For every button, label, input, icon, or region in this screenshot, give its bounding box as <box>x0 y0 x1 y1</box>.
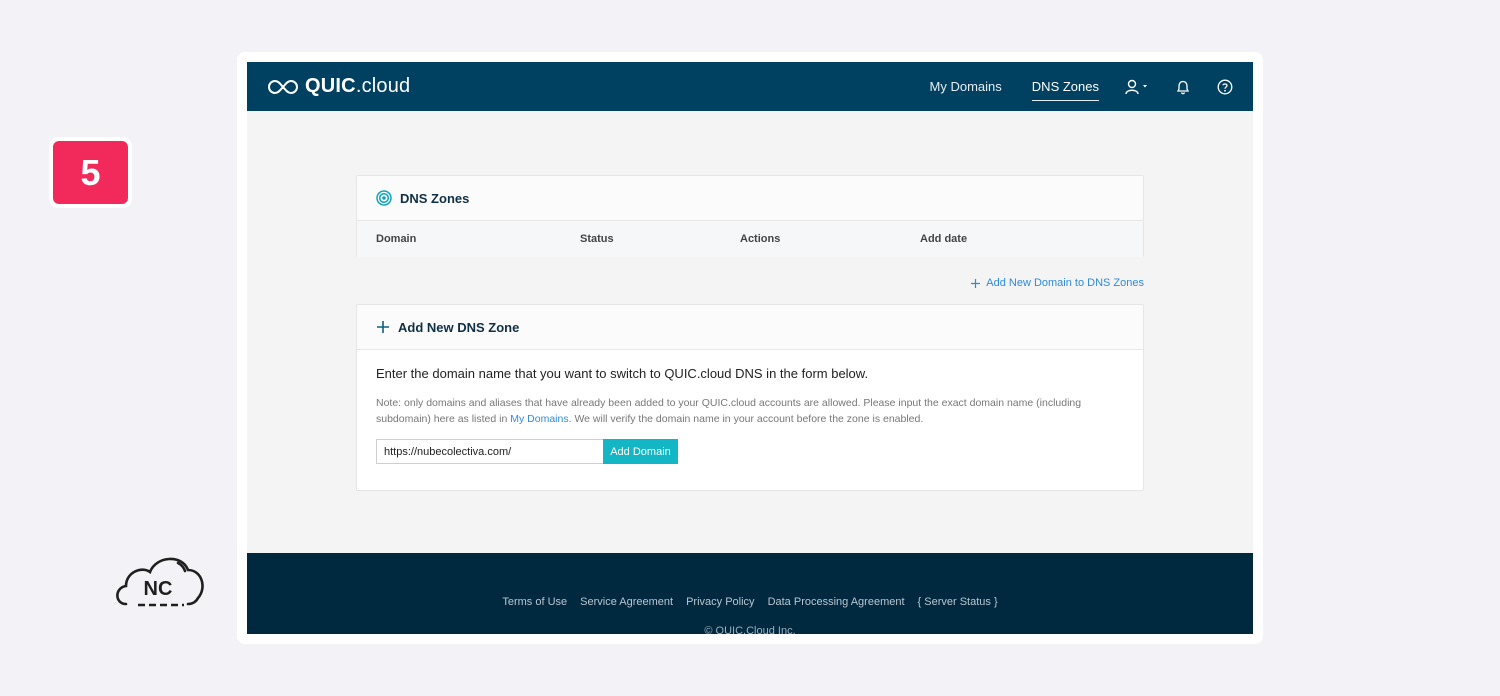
copyright: © QUIC.Cloud Inc. <box>704 625 796 634</box>
nc-cloud-logo: NC <box>112 548 206 612</box>
add-dns-zone-title: Add New DNS Zone <box>398 319 520 335</box>
footer-link-server-status[interactable]: { Server Status } <box>918 596 998 608</box>
nav-dns-zones[interactable]: DNS Zones <box>1031 75 1100 101</box>
top-navigation: QUIC.cloud My Domains DNS Zones <box>247 62 1253 111</box>
zones-table-header: Domain Status Actions Add date <box>357 221 1143 257</box>
plus-icon <box>377 321 389 333</box>
help-button[interactable] <box>1217 79 1233 95</box>
dns-zones-card-header: DNS Zones <box>357 176 1143 221</box>
nav-links: My Domains DNS Zones <box>900 62 1233 111</box>
add-dns-zone-card: Add New DNS Zone Enter the domain name t… <box>356 304 1144 491</box>
nc-logo-text: NC <box>144 578 173 600</box>
dns-zones-title: DNS Zones <box>400 190 470 206</box>
footer-link-data-processing[interactable]: Data Processing Agreement <box>768 596 905 608</box>
user-icon <box>1125 79 1147 94</box>
browser-frame: QUIC.cloud My Domains DNS Zones DNS Zone… <box>237 52 1263 644</box>
domain-input[interactable] <box>376 439 603 464</box>
footer-link-terms[interactable]: Terms of Use <box>502 596 567 608</box>
footer-link-service-agreement[interactable]: Service Agreement <box>580 596 673 608</box>
column-add-date: Add date <box>920 233 968 245</box>
dns-zones-card: DNS Zones Domain Status Actions Add date <box>356 175 1144 257</box>
add-new-domain-label: Add New Domain to DNS Zones <box>986 277 1144 289</box>
add-domain-button[interactable]: Add Domain <box>603 439 678 464</box>
quic-cloud-logo[interactable]: QUIC.cloud <box>267 75 410 98</box>
user-menu-button[interactable] <box>1125 79 1149 95</box>
bell-icon <box>1176 80 1190 94</box>
add-new-domain-link[interactable]: Add New Domain to DNS Zones <box>971 277 1144 289</box>
infinity-logo-icon <box>268 79 298 94</box>
nav-my-domains[interactable]: My Domains <box>930 75 1002 98</box>
step-badge: 5 <box>49 137 132 208</box>
add-dns-zone-header: Add New DNS Zone <box>357 305 1143 350</box>
my-domains-link[interactable]: My Domains <box>510 413 568 425</box>
note-text: Note: only domains and aliases that have… <box>376 397 1082 425</box>
footer-links: Terms of Use Service Agreement Privacy P… <box>247 596 1253 608</box>
footer-link-privacy[interactable]: Privacy Policy <box>686 596 754 608</box>
help-icon <box>1217 79 1233 94</box>
step-number: 5 <box>53 141 128 204</box>
notifications-button[interactable] <box>1175 79 1191 95</box>
column-status: Status <box>580 233 614 245</box>
brand-name: QUIC.cloud <box>305 75 411 97</box>
plus-icon <box>971 278 981 288</box>
target-icon <box>376 190 392 206</box>
app-window: QUIC.cloud My Domains DNS Zones DNS Zone… <box>247 62 1253 634</box>
column-domain: Domain <box>376 233 417 245</box>
add-dns-zone-body: Enter the domain name that you want to s… <box>357 350 1143 480</box>
column-actions: Actions <box>740 233 781 245</box>
instruction-text: Enter the domain name that you want to s… <box>376 366 869 381</box>
caret-down-icon <box>1143 84 1147 87</box>
footer: Terms of Use Service Agreement Privacy P… <box>247 553 1253 634</box>
add-domain-form: Add Domain <box>376 439 1124 464</box>
